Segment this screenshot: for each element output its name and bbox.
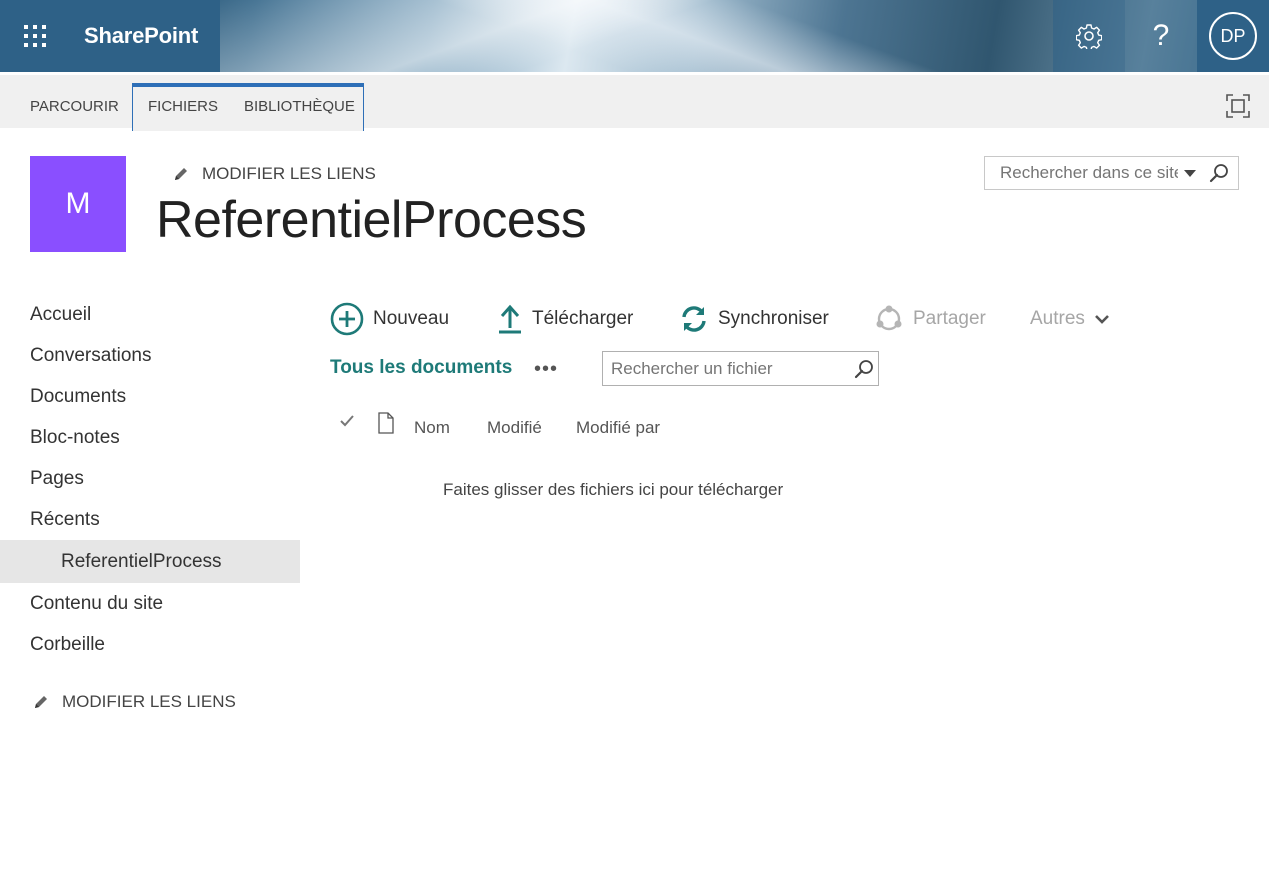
share-icon bbox=[876, 305, 902, 331]
gear-icon bbox=[1076, 24, 1102, 49]
select-all-checkmark-icon[interactable] bbox=[338, 412, 356, 430]
site-title: ReferentielProcess bbox=[156, 191, 587, 249]
add-circle-icon bbox=[330, 302, 364, 336]
site-logo[interactable]: M bbox=[30, 156, 126, 252]
search-icon[interactable] bbox=[1208, 162, 1230, 184]
document-type-icon bbox=[378, 412, 394, 434]
column-header-modifie[interactable]: Modifié bbox=[487, 412, 542, 444]
pencil-icon bbox=[175, 168, 187, 180]
edit-links-label: MODIFIER LES LIENS bbox=[202, 164, 376, 183]
edit-links-nav[interactable]: MODIFIER LES LIENS bbox=[32, 692, 236, 712]
edit-links-top[interactable]: MODIFIER LES LIENS bbox=[172, 164, 376, 184]
sync-button[interactable]: Synchroniser bbox=[679, 300, 829, 338]
avatar: DP bbox=[1209, 12, 1257, 60]
search-scope-dropdown-icon[interactable] bbox=[1180, 163, 1200, 183]
site-search-box bbox=[984, 156, 1239, 190]
search-icon[interactable] bbox=[853, 358, 875, 380]
nav-item-corbeille[interactable]: Corbeille bbox=[0, 624, 300, 665]
file-search-box bbox=[602, 351, 879, 386]
waffle-icon bbox=[24, 25, 46, 47]
help-icon: ? bbox=[1152, 19, 1170, 52]
settings-button[interactable] bbox=[1053, 0, 1125, 72]
view-all-documents[interactable]: Tous les documents bbox=[330, 357, 512, 379]
column-header-modifie-par[interactable]: Modifié par bbox=[576, 412, 660, 444]
upload-label: Télécharger bbox=[532, 308, 634, 329]
edit-links-nav-label: MODIFIER LES LIENS bbox=[62, 692, 236, 711]
upload-icon bbox=[499, 304, 521, 334]
sync-icon bbox=[682, 306, 706, 332]
tab-fichiers[interactable]: FICHIERS bbox=[148, 85, 218, 131]
sync-label: Synchroniser bbox=[718, 308, 829, 329]
nav-item-conversations[interactable]: Conversations bbox=[0, 335, 300, 376]
brand-name[interactable]: SharePoint bbox=[70, 0, 220, 72]
file-search-input[interactable] bbox=[611, 358, 839, 379]
share-button[interactable]: Partager bbox=[874, 300, 986, 338]
nav-item-pages[interactable]: Pages bbox=[0, 458, 300, 499]
view-options-ellipsis-icon[interactable]: ••• bbox=[534, 359, 558, 379]
user-account-button[interactable]: DP bbox=[1197, 0, 1269, 72]
upload-button[interactable]: Télécharger bbox=[497, 300, 633, 338]
nav-item-referentielprocess[interactable]: ReferentielProcess bbox=[0, 540, 300, 583]
more-label: Autres bbox=[1030, 308, 1085, 329]
share-label: Partager bbox=[913, 308, 986, 329]
column-header-nom[interactable]: Nom bbox=[414, 412, 450, 444]
nav-item-accueil[interactable]: Accueil bbox=[0, 294, 300, 335]
drag-drop-hint: Faites glisser des fichiers ici pour tél… bbox=[443, 480, 784, 499]
left-navigation: Accueil Conversations Documents Bloc-not… bbox=[0, 294, 300, 665]
more-button[interactable]: Autres bbox=[1030, 300, 1110, 338]
focus-on-content-icon[interactable] bbox=[1225, 93, 1251, 119]
help-button[interactable]: ? bbox=[1125, 0, 1197, 72]
tab-bibliotheque[interactable]: BIBLIOTHÈQUE bbox=[244, 85, 355, 131]
new-label: Nouveau bbox=[373, 308, 450, 329]
app-launcher-button[interactable] bbox=[0, 0, 70, 72]
tab-parcourir[interactable]: PARCOURIR bbox=[30, 85, 119, 131]
pencil-icon bbox=[35, 696, 47, 708]
chevron-down-icon bbox=[1095, 315, 1109, 324]
nav-item-bloc-notes[interactable]: Bloc-notes bbox=[0, 417, 300, 458]
nav-item-contenu-du-site[interactable]: Contenu du site bbox=[0, 583, 300, 624]
nav-item-recents[interactable]: Récents bbox=[0, 499, 300, 540]
suite-bar: SharePoint ? DP bbox=[0, 0, 1269, 72]
header-background-image bbox=[220, 0, 1053, 72]
new-button[interactable]: Nouveau bbox=[330, 300, 449, 338]
site-search-input[interactable] bbox=[1000, 163, 1178, 183]
ribbon: PARCOURIR FICHIERS BIBLIOTHÈQUE bbox=[0, 72, 1269, 131]
nav-item-documents[interactable]: Documents bbox=[0, 376, 300, 417]
